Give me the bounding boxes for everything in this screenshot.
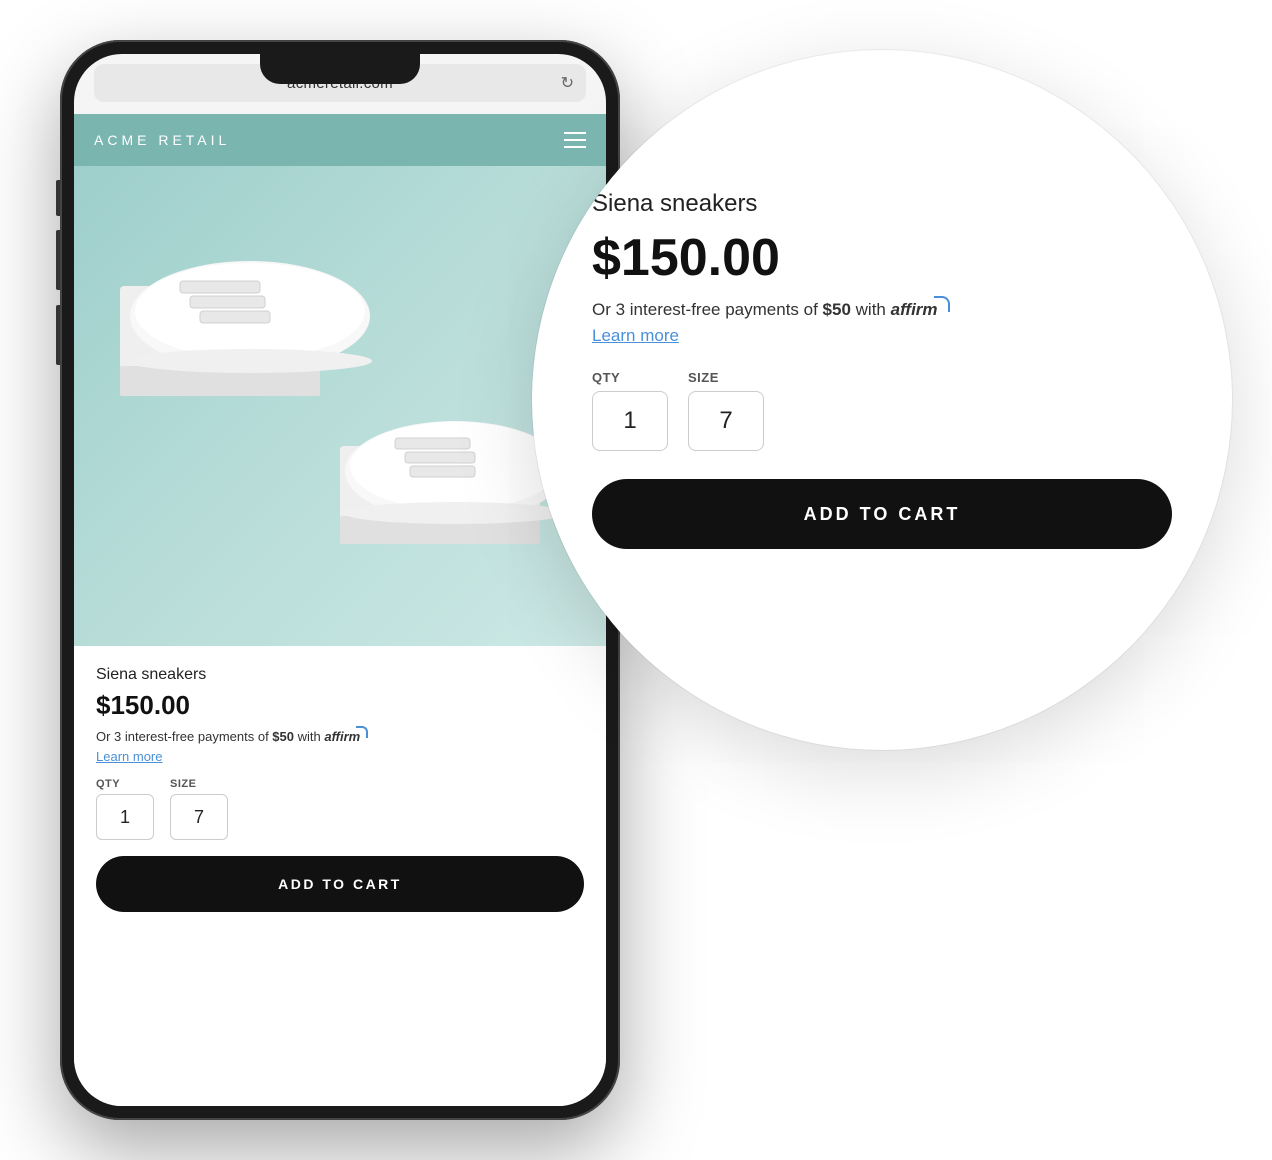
qty-label: QTY — [96, 778, 154, 790]
zoom-affirm-amount: $50 — [823, 300, 851, 319]
phone: acmeretail.com ↻ ACME RETAIL — [60, 40, 620, 1120]
hamburger-line — [564, 146, 586, 148]
volume-up-button — [56, 230, 60, 290]
reload-icon[interactable]: ↻ — [561, 73, 574, 93]
qty-group: QTY 1 — [96, 778, 154, 840]
affirm-brand: affirm — [324, 729, 360, 744]
zoom-learn-more-link[interactable]: Learn more — [592, 326, 679, 346]
zoom-circle: Siena sneakers $150.00 Or 3 interest-fre… — [532, 50, 1232, 750]
size-group: SIZE 7 — [170, 778, 228, 840]
product-image-area — [74, 166, 606, 646]
zoom-size-group: SIZE 7 — [688, 370, 764, 451]
zoom-qty-label: QTY — [592, 370, 668, 385]
phone-screen: acmeretail.com ↻ ACME RETAIL — [74, 54, 606, 1106]
hamburger-line — [564, 132, 586, 134]
size-label: SIZE — [170, 778, 228, 790]
zoom-price: $150.00 — [592, 228, 1172, 288]
zoom-qty-size-row: QTY 1 SIZE 7 — [592, 370, 1172, 451]
zoom-qty-group: QTY 1 — [592, 370, 668, 451]
volume-down-button — [56, 305, 60, 365]
store-logo: ACME RETAIL — [94, 132, 564, 148]
zoom-content: Siena sneakers $150.00 Or 3 interest-fre… — [592, 190, 1172, 549]
volume-mute-button — [56, 180, 60, 216]
zoom-affirm-middle: with — [851, 300, 891, 319]
size-box[interactable]: 7 — [170, 794, 228, 840]
zoom-affirm-brand: affirm — [891, 300, 938, 319]
zoom-size-label: SIZE — [688, 370, 764, 385]
phone-notch — [260, 54, 420, 84]
zoom-affirm-text: Or 3 interest-free payments of $50 with … — [592, 300, 1172, 320]
scene: acmeretail.com ↻ ACME RETAIL — [0, 0, 1272, 1160]
hamburger-menu[interactable] — [564, 132, 586, 148]
learn-more-link[interactable]: Learn more — [96, 749, 162, 764]
zoom-product-name: Siena sneakers — [592, 190, 1172, 218]
add-to-cart-button[interactable]: ADD TO CART — [96, 856, 584, 912]
qty-size-row: QTY 1 SIZE 7 — [96, 778, 584, 840]
affirm-prefix: Or 3 interest-free payments of — [96, 729, 272, 744]
zoom-add-to-cart-button[interactable]: ADD TO CART — [592, 479, 1172, 549]
add-to-cart-label: ADD TO CART — [278, 876, 402, 892]
product-details: Siena sneakers $150.00 Or 3 interest-fre… — [74, 646, 606, 1106]
hamburger-line — [564, 139, 586, 141]
product-price: $150.00 — [96, 690, 584, 721]
affirm-text: Or 3 interest-free payments of $50 with … — [96, 729, 584, 744]
zoom-size-box[interactable]: 7 — [688, 391, 764, 451]
zoom-affirm-prefix: Or 3 interest-free payments of — [592, 300, 823, 319]
product-name: Siena sneakers — [96, 666, 584, 684]
product-image-svg — [74, 166, 606, 646]
affirm-middle: with — [294, 729, 324, 744]
affirm-amount: $50 — [272, 729, 294, 744]
qty-box[interactable]: 1 — [96, 794, 154, 840]
zoom-qty-box[interactable]: 1 — [592, 391, 668, 451]
zoom-add-to-cart-label: ADD TO CART — [804, 504, 961, 525]
store-header: ACME RETAIL — [74, 114, 606, 166]
